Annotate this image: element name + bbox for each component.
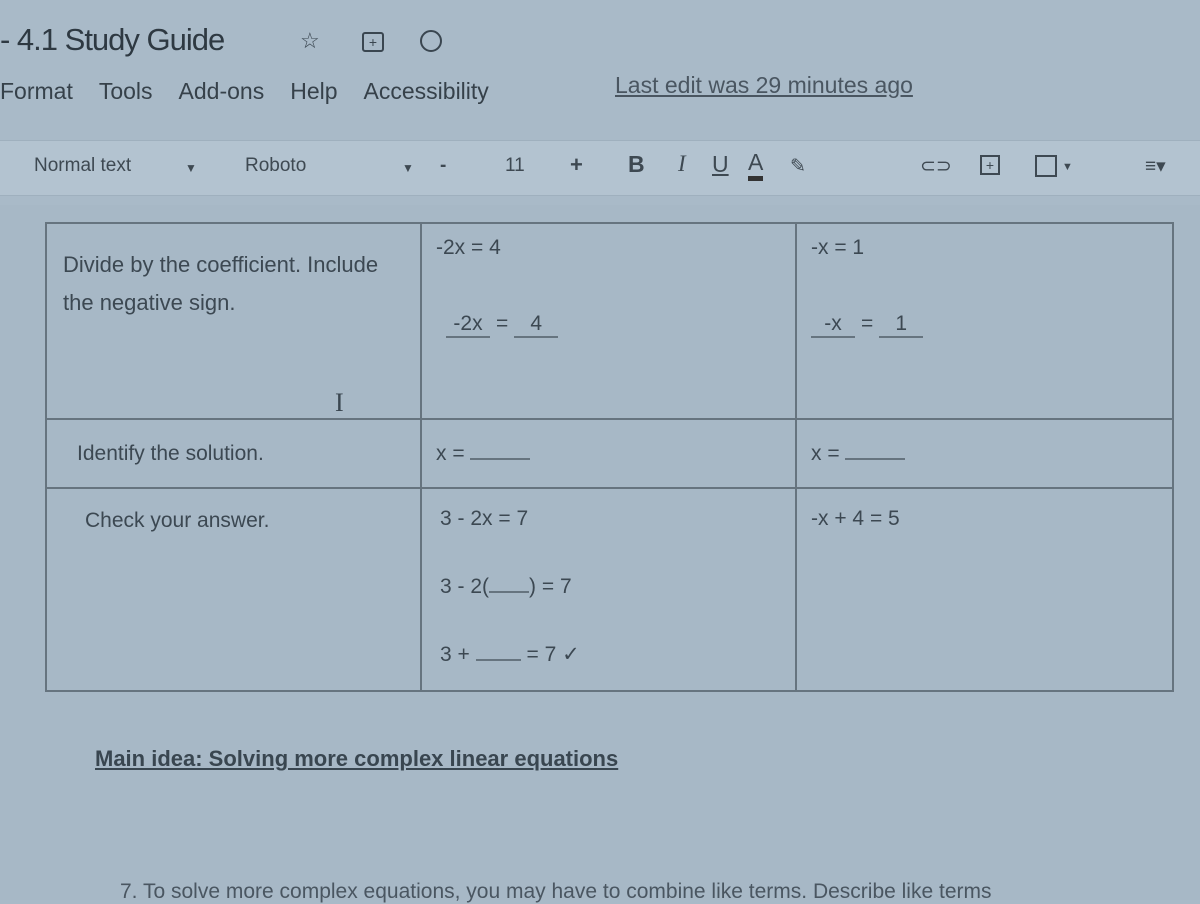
table-row: Divide by the coefficient. Include the n… [45,222,1174,420]
equals-sign: = [496,312,509,335]
equation: 3 - 2x = 7 [440,507,529,530]
text-cursor-icon: I [335,388,344,417]
fraction-numerator: -x [811,312,855,338]
menu-addons[interactable]: Add-ons [179,78,265,105]
table-cell[interactable]: x = [795,418,1174,489]
step-label[interactable]: Check your answer. [45,487,422,692]
equation: -2x = 4 [436,236,501,259]
menu-tools[interactable]: Tools [99,78,153,105]
add-comment-icon[interactable]: + [980,155,1000,175]
answer-blank[interactable] [845,458,906,460]
menu-help[interactable]: Help [290,78,337,105]
last-edit-link[interactable]: Last edit was 29 minutes ago [615,72,913,99]
chevron-down-icon[interactable]: ▼ [185,161,197,175]
menu-accessibility[interactable]: Accessibility [364,78,489,105]
italic-button[interactable]: I [678,151,686,177]
text-color-button[interactable]: A [748,149,764,181]
step-label[interactable]: Divide by the coefficient. Include the n… [45,222,422,420]
insert-image-icon[interactable] [1035,155,1057,177]
increase-font-size-button[interactable]: + [570,152,583,178]
table-cell[interactable]: -x + 4 = 5 [795,487,1174,692]
question-7: 7. To solve more complex equations, you … [120,880,992,903]
font-select[interactable]: Roboto [245,155,306,177]
equation: -x + 4 = 5 [811,507,900,530]
table-cell[interactable]: x = [420,418,797,489]
document-title[interactable]: - 4.1 Study Guide [0,22,225,58]
menu-format[interactable]: Format [0,78,73,105]
chevron-down-icon[interactable]: ▼ [1062,161,1073,173]
highlight-pen-icon[interactable]: ✎ [790,155,806,178]
bold-button[interactable]: B [628,151,645,178]
table-cell[interactable]: -2x = 4 -2x = 4 [420,222,797,420]
chevron-down-icon[interactable]: ▼ [402,161,414,175]
menu-bar: Format Tools Add-ons Help Accessibility [0,78,489,105]
fraction-numerator: 4 [514,312,559,338]
equation: x = [811,442,840,465]
fraction-numerator: 1 [879,312,924,338]
equals-sign: = [861,312,874,335]
underline-button[interactable]: U [712,151,729,178]
steps-table: Divide by the coefficient. Include the n… [45,222,1174,692]
equation: 3 - 2( [440,575,490,598]
table-row: Check your answer. 3 - 2x = 7 3 - 2( ) = … [45,487,1174,692]
answer-blank[interactable] [470,458,531,460]
table-row: Identify the solution. x = x = [45,418,1174,489]
decrease-font-size-button[interactable]: - [440,155,446,177]
table-cell[interactable]: -x = 1 -x = 1 [795,222,1174,420]
align-icon[interactable]: ≡▾ [1145,155,1166,178]
link-icon[interactable]: ⊂⊃ [920,155,952,178]
table-cell[interactable]: 3 - 2x = 7 3 - 2( ) = 7 3 + = 7 ✓ [420,487,797,692]
move-to-folder-icon[interactable]: + [362,32,384,52]
step-label[interactable]: Identify the solution. [45,418,422,489]
equation: = 7 ✓ [526,643,580,666]
equation: 3 + [440,643,470,666]
star-icon[interactable]: ☆ [300,28,320,54]
fraction-numerator: -2x [446,312,490,338]
style-select[interactable]: Normal text [34,155,131,177]
equation: -x = 1 [811,236,865,259]
answer-blank[interactable] [489,591,530,593]
toolbar: Normal text ▼ Roboto ▼ - 11 + B I U A ✎ … [0,140,1200,196]
answer-blank[interactable] [475,659,521,661]
equation: x = [436,442,465,465]
main-idea-heading: Main idea: Solving more complex linear e… [95,746,619,771]
equation: ) = 7 [529,575,572,598]
cloud-saved-icon[interactable] [420,30,442,52]
font-size-input[interactable]: 11 [505,155,525,177]
